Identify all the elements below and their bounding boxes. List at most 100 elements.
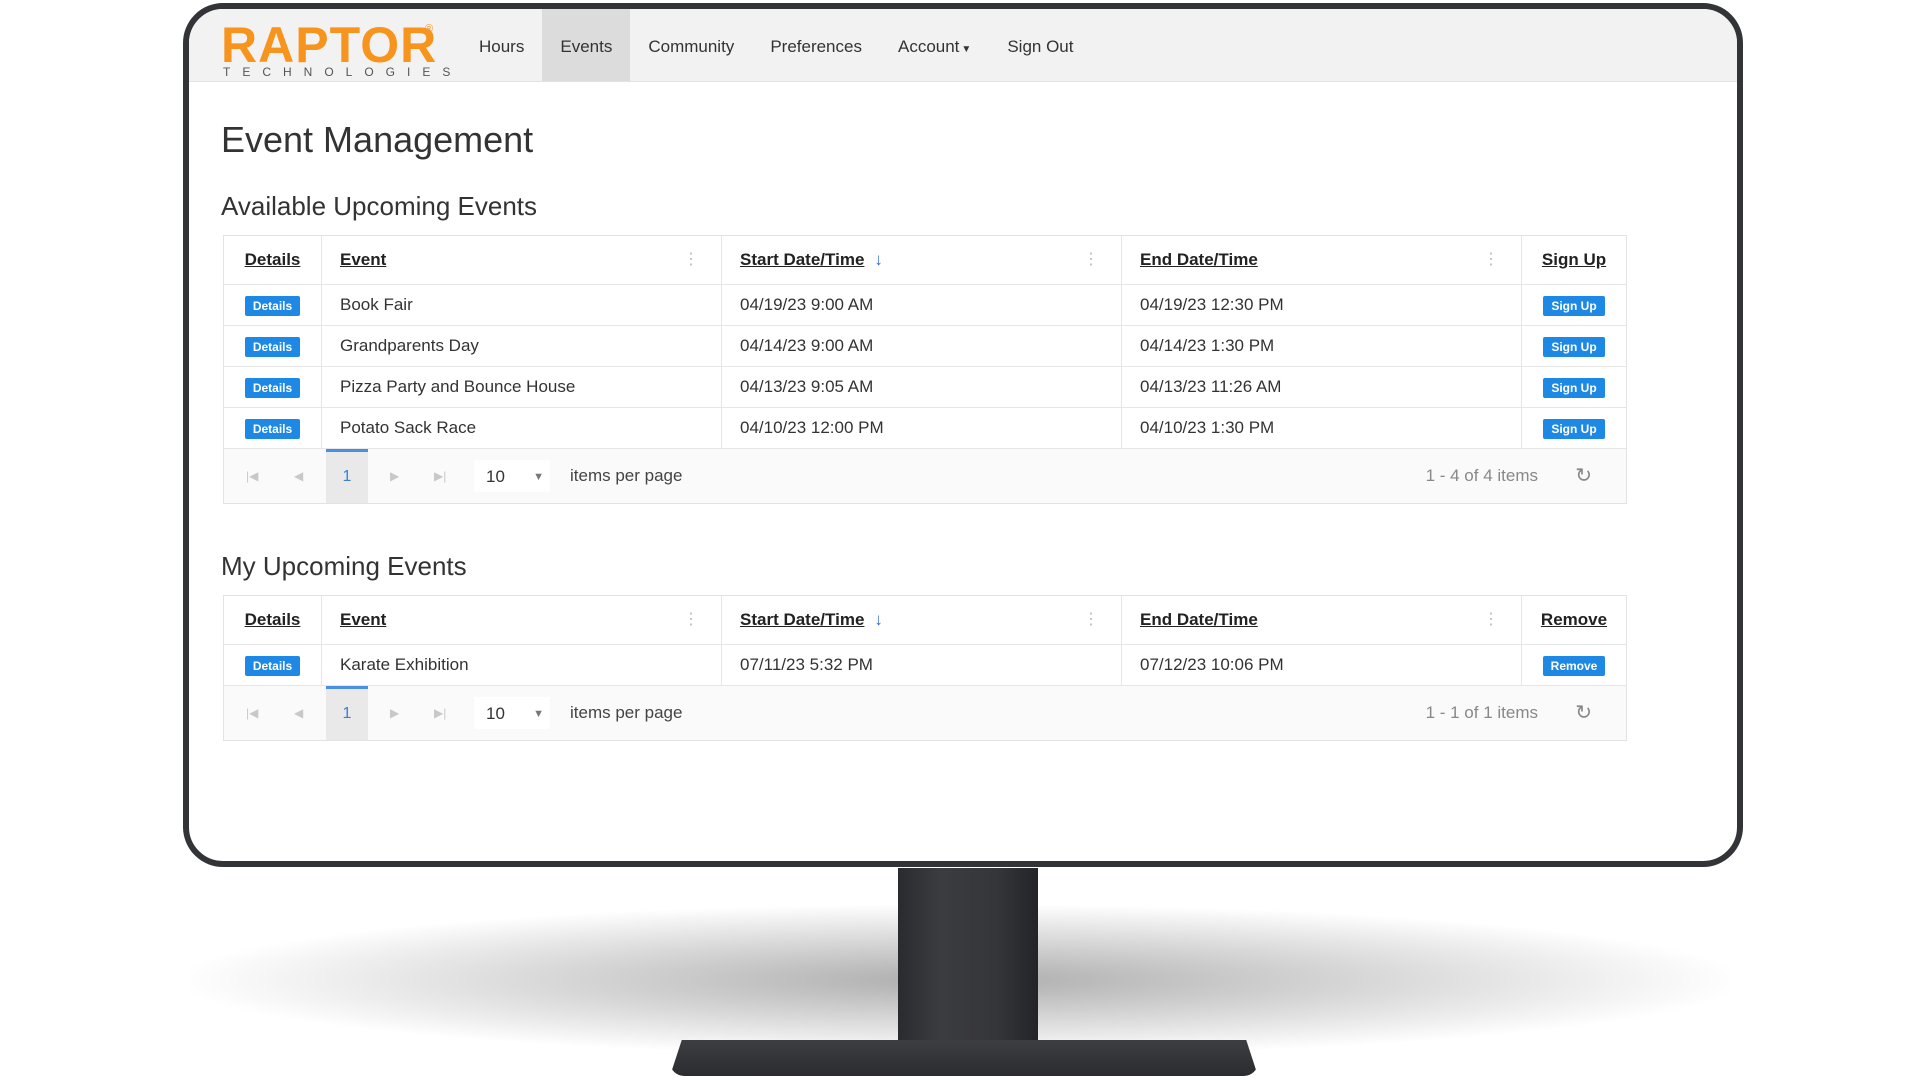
event-name: Book Fair [322, 285, 722, 325]
column-menu-icon[interactable]: ⋮ [683, 596, 699, 644]
grid-header: Details Event ⋮ Start Date/Time ↓ ⋮ End Dat… [224, 236, 1626, 285]
event-name: Grandparents Day [322, 326, 722, 366]
my-events-title: My Upcoming Events [221, 551, 467, 581]
next-page-icon[interactable]: ▶ [390, 449, 399, 503]
col-header-event[interactable]: Event ⋮ [322, 236, 722, 284]
col-header-details[interactable]: Details [224, 596, 322, 644]
details-cell: Details [224, 408, 322, 448]
grid-header: Details Event ⋮ Start Date/Time ↓ ⋮ End Dat… [224, 596, 1626, 645]
col-header-start[interactable]: Start Date/Time ↓ ⋮ [722, 236, 1122, 284]
col-header-start-label: Start Date/Time [740, 250, 865, 269]
action-cell: Sign Up [1522, 367, 1626, 407]
table-row: Details Karate Exhibition 07/11/23 5:32 … [224, 645, 1626, 686]
nav-account-label: Account [897, 37, 960, 56]
event-name: Potato Sack Race [322, 408, 722, 448]
event-name: Karate Exhibition [322, 645, 722, 685]
table-row: Details Book Fair 04/19/23 9:00 AM 04/19… [224, 285, 1626, 326]
table-row: Details Grandparents Day 04/14/23 9:00 A… [224, 326, 1626, 367]
col-header-remove[interactable]: Remove [1522, 596, 1626, 644]
end-datetime: 07/12/23 10:06 PM [1122, 645, 1522, 685]
items-per-page-label: items per page [570, 466, 683, 485]
last-page-icon[interactable]: ▶| [434, 686, 446, 740]
registered-mark: ® [425, 23, 434, 35]
start-datetime: 04/10/23 12:00 PM [722, 408, 1122, 448]
details-cell: Details [224, 285, 322, 325]
page-size-select[interactable]: 10 ▼ [474, 697, 550, 729]
page-title: Event Management [221, 119, 534, 160]
page-size-select[interactable]: 10 ▼ [474, 460, 550, 492]
details-cell: Details [224, 367, 322, 407]
current-page-number[interactable]: 1 [326, 686, 368, 740]
col-header-end-label: End Date/Time [1140, 610, 1258, 629]
available-events-title: Available Upcoming Events [221, 191, 538, 221]
my-events-grid: Details Event ⋮ Start Date/Time ↓ ⋮ End Dat… [223, 595, 1627, 741]
col-header-event-label: Event [340, 610, 387, 629]
details-button[interactable]: Details [244, 418, 301, 439]
col-header-end[interactable]: End Date/Time ⋮ [1122, 596, 1522, 644]
page-size-value: 10 [486, 704, 505, 723]
sign-up-button[interactable]: Sign Up [1543, 418, 1605, 439]
col-header-end-label: End Date/Time [1140, 250, 1258, 269]
monitor-stand-neck [898, 868, 1038, 1068]
col-header-end[interactable]: End Date/Time ⋮ [1122, 236, 1522, 284]
action-cell: Sign Up [1522, 326, 1626, 366]
sort-descending-icon: ↓ [874, 610, 883, 629]
sign-up-button[interactable]: Sign Up [1543, 336, 1605, 357]
previous-page-icon[interactable]: ◀ [294, 686, 303, 740]
raptor-logo[interactable]: RAPTOR ® TECHNOLOGIES [221, 19, 450, 79]
col-header-event[interactable]: Event ⋮ [322, 596, 722, 644]
refresh-icon[interactable]: ↻ [1575, 686, 1592, 740]
column-menu-icon[interactable]: ⋮ [683, 236, 699, 284]
start-datetime: 07/11/23 5:32 PM [722, 645, 1122, 685]
chevron-down-icon: ▼ [533, 708, 544, 720]
start-datetime: 04/14/23 9:00 AM [722, 326, 1122, 366]
col-header-start-label: Start Date/Time [740, 610, 865, 629]
nav-community[interactable]: Community [630, 9, 752, 81]
nav-hours[interactable]: Hours [461, 9, 542, 81]
items-count: 1 - 4 of 4 items [1425, 466, 1538, 485]
details-cell: Details [224, 326, 322, 366]
table-row: Details Pizza Party and Bounce House 04/… [224, 367, 1626, 408]
previous-page-icon[interactable]: ◀ [294, 449, 303, 503]
remove-button[interactable]: Remove [1542, 655, 1606, 676]
col-header-event-label: Event [340, 250, 387, 269]
sort-descending-icon: ↓ [874, 250, 883, 269]
end-datetime: 04/14/23 1:30 PM [1122, 326, 1522, 366]
col-header-sign-up[interactable]: Sign Up [1522, 236, 1626, 284]
first-page-icon[interactable]: |◀ [246, 449, 258, 503]
column-menu-icon[interactable]: ⋮ [1083, 236, 1099, 284]
details-button[interactable]: Details [244, 655, 301, 676]
end-datetime: 04/19/23 12:30 PM [1122, 285, 1522, 325]
details-cell: Details [224, 645, 322, 685]
grid-pager: |◀ ◀ 1 ▶ ▶| 10 ▼ items per page 1 - 4 of … [224, 449, 1626, 503]
available-events-grid: Details Event ⋮ Start Date/Time ↓ ⋮ End Dat… [223, 235, 1627, 504]
col-header-start[interactable]: Start Date/Time ↓ ⋮ [722, 596, 1122, 644]
column-menu-icon[interactable]: ⋮ [1483, 596, 1499, 644]
logo-tagline: TECHNOLOGIES [223, 65, 463, 79]
nav-sign-out[interactable]: Sign Out [989, 9, 1091, 81]
logo-wordmark: RAPTOR [221, 17, 438, 73]
col-header-details[interactable]: Details [224, 236, 322, 284]
last-page-icon[interactable]: ▶| [434, 449, 446, 503]
refresh-icon[interactable]: ↻ [1575, 449, 1592, 503]
action-cell: Remove [1522, 645, 1626, 685]
column-menu-icon[interactable]: ⋮ [1483, 236, 1499, 284]
current-page-number[interactable]: 1 [326, 449, 368, 503]
column-menu-icon[interactable]: ⋮ [1083, 596, 1099, 644]
main-nav: Hours Events Community Preferences Accou… [461, 9, 1091, 81]
sign-up-button[interactable]: Sign Up [1543, 295, 1605, 316]
end-datetime: 04/13/23 11:26 AM [1122, 367, 1522, 407]
nav-account[interactable]: Account ▼ [880, 9, 989, 81]
sign-up-button[interactable]: Sign Up [1543, 377, 1605, 398]
first-page-icon[interactable]: |◀ [246, 686, 258, 740]
details-button[interactable]: Details [244, 295, 301, 316]
start-datetime: 04/13/23 9:05 AM [722, 367, 1122, 407]
nav-events[interactable]: Events [542, 9, 631, 81]
items-count: 1 - 1 of 1 items [1425, 703, 1538, 722]
details-button[interactable]: Details [244, 377, 301, 398]
end-datetime: 04/10/23 1:30 PM [1122, 408, 1522, 448]
next-page-icon[interactable]: ▶ [390, 686, 399, 740]
nav-preferences[interactable]: Preferences [752, 9, 880, 81]
details-button[interactable]: Details [244, 336, 301, 357]
monitor-stand-base [670, 1040, 1258, 1076]
